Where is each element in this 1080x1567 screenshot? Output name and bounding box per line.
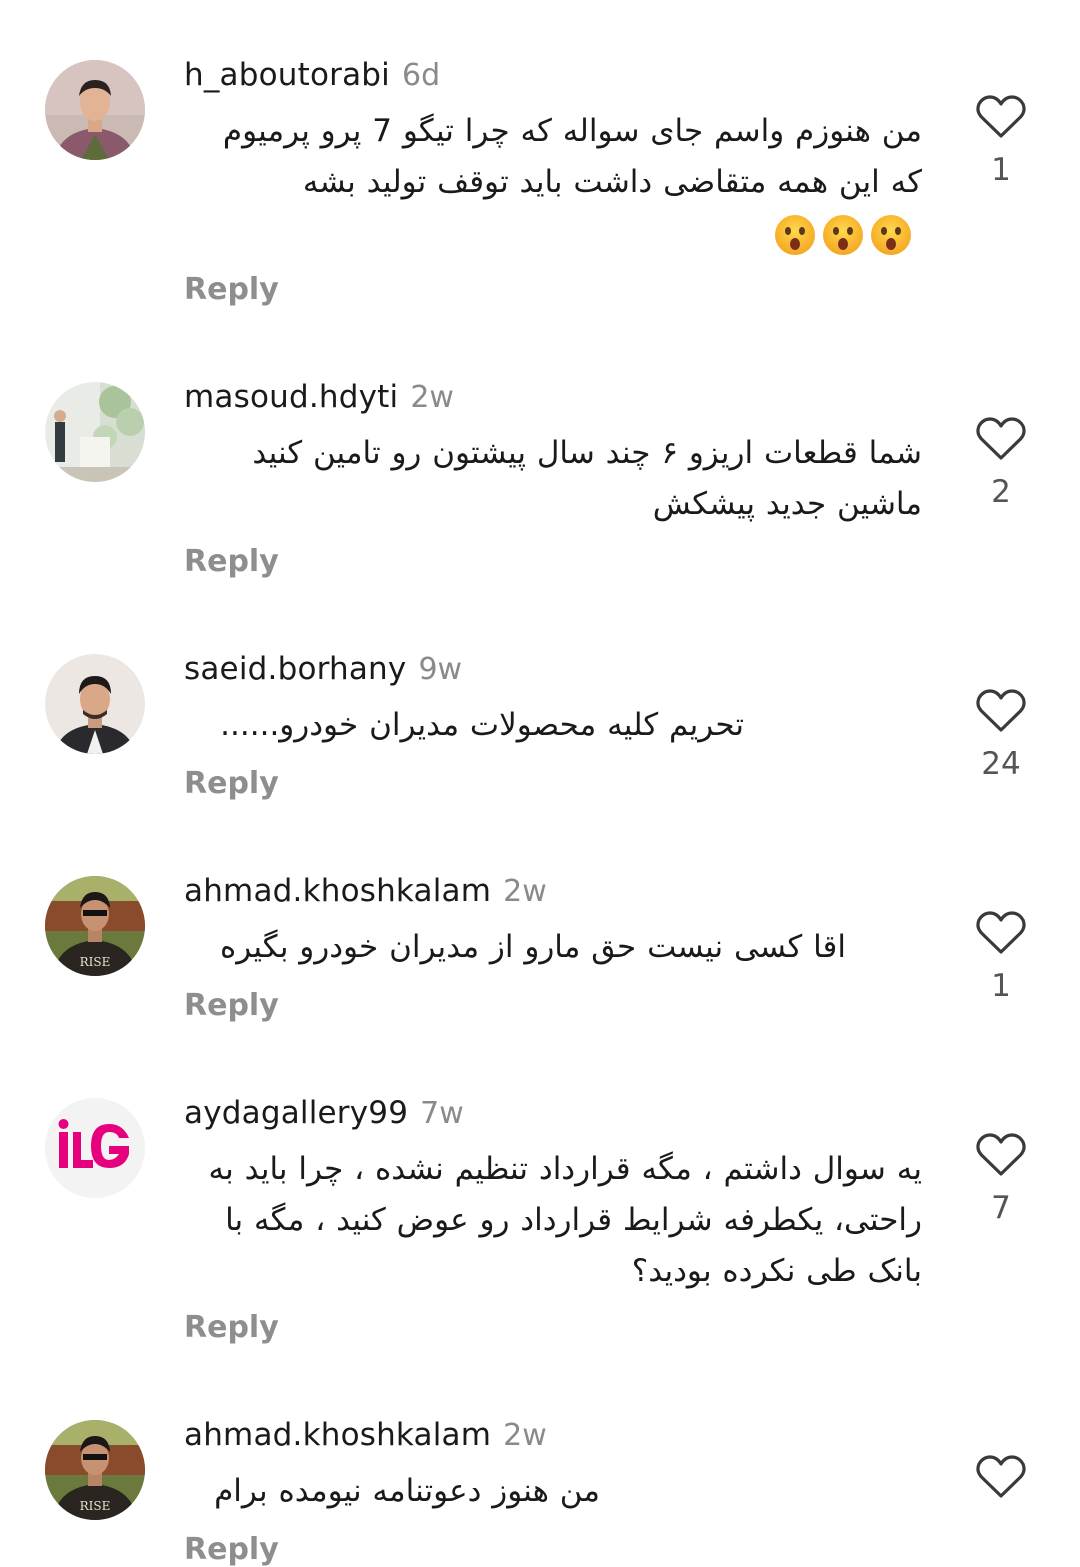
username[interactable]: aydagallery99 — [184, 1095, 408, 1131]
svg-text:RISE: RISE — [80, 1499, 111, 1513]
comment-header: aydagallery99 7w — [184, 1091, 464, 1135]
like-count: 24 — [981, 746, 1021, 782]
reply-button[interactable]: Reply — [184, 1532, 279, 1567]
timestamp: 6d — [402, 58, 441, 93]
hushed-face-emoji — [871, 214, 911, 255]
heart-icon[interactable] — [975, 1454, 1027, 1500]
comment-text: اقا کسی نیست حق مارو از مدیران خودرو بگی… — [220, 929, 846, 965]
timestamp: 9w — [418, 652, 463, 687]
avatar[interactable] — [45, 60, 145, 160]
like-count: 7 — [991, 1190, 1011, 1226]
username[interactable]: masoud.hdyti — [184, 379, 398, 415]
emoji-group — [774, 214, 912, 256]
username[interactable]: ahmad.khoshkalam — [184, 873, 491, 909]
avatar[interactable] — [45, 1098, 145, 1198]
avatar[interactable] — [45, 382, 145, 482]
timestamp: 2w — [503, 1418, 547, 1453]
comment-header: ahmad.khoshkalam 2w — [184, 869, 547, 913]
avatar[interactable] — [45, 654, 145, 754]
avatar[interactable]: RISE — [45, 1420, 145, 1520]
reply-button[interactable]: Reply — [184, 1310, 279, 1345]
comment-text: یه سوال داشتم ، مگه قرارداد تنظیم نشده ،… — [208, 1151, 922, 1289]
like-count: 2 — [991, 474, 1011, 510]
heart-icon[interactable] — [975, 94, 1027, 140]
username[interactable]: ahmad.khoshkalam — [184, 1417, 491, 1453]
timestamp: 7w — [420, 1096, 464, 1131]
heart-icon[interactable] — [975, 910, 1027, 956]
username[interactable]: h_aboutorabi — [184, 57, 390, 93]
reply-button[interactable]: Reply — [184, 272, 279, 307]
like-count: 1 — [991, 968, 1011, 1004]
reply-button[interactable]: Reply — [184, 988, 279, 1023]
comment-header: ahmad.khoshkalam 2w — [184, 1413, 547, 1457]
timestamp: 2w — [410, 380, 454, 415]
svg-text:RISE: RISE — [80, 955, 111, 969]
comment-text: تحریم کلیه محصولات مدیران خودرو...... — [220, 707, 744, 743]
avatar[interactable]: RISE — [45, 876, 145, 976]
heart-icon[interactable] — [975, 416, 1027, 462]
heart-icon[interactable] — [975, 1132, 1027, 1178]
username[interactable]: saeid.borhany — [184, 651, 406, 687]
hushed-face-emoji — [775, 214, 815, 255]
reply-button[interactable]: Reply — [184, 766, 279, 801]
comment-header: saeid.borhany 9w — [184, 647, 462, 691]
comment-text: من هنوزم واسم جای سواله که چرا تیگو 7 پر… — [184, 106, 922, 259]
comment-text: من هنوز دعوتنامه نیومده برام — [214, 1473, 600, 1509]
hushed-face-emoji — [823, 214, 863, 255]
comment-header: h_aboutorabi 6d — [184, 53, 440, 97]
timestamp: 2w — [503, 874, 547, 909]
like-count: 1 — [991, 152, 1011, 188]
heart-icon[interactable] — [975, 688, 1027, 734]
comment-body: من هنوزم واسم جای سواله که چرا تیگو 7 پر… — [222, 113, 922, 200]
comment-text: شما قطعات اریزو ۶ چند سال پیشتون رو تامی… — [252, 435, 922, 522]
reply-button[interactable]: Reply — [184, 544, 279, 579]
comment-header: masoud.hdyti 2w — [184, 375, 454, 419]
